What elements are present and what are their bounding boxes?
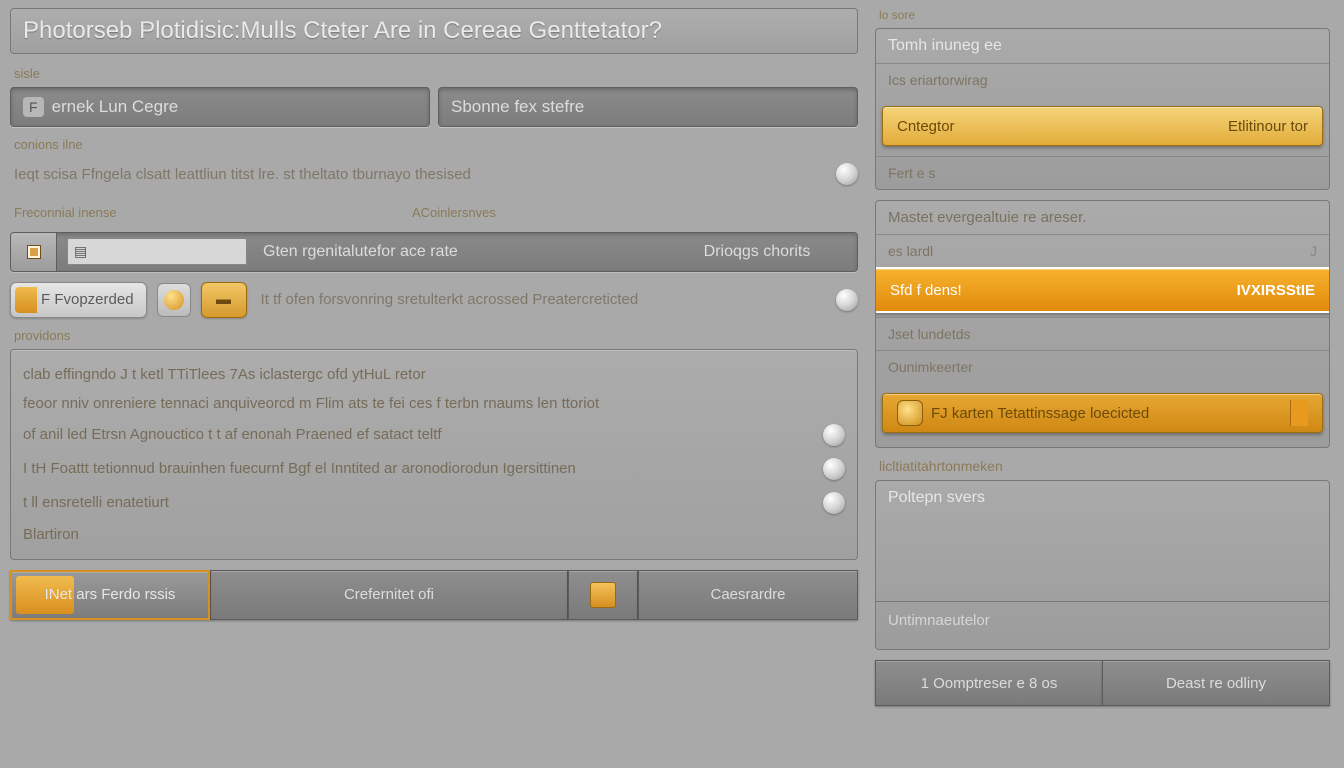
side-top-small: lo sore (879, 8, 1326, 22)
sp1-foot: Fert e s (876, 156, 1329, 189)
sp2-bright-bar[interactable]: Sfd f dens! IVXIRSStIE (875, 267, 1330, 313)
sp1-row: Ics eriartorwirag (876, 63, 1329, 96)
pill-a-text: F Fvopzerded (41, 291, 134, 308)
gold-square-button[interactable] (568, 570, 638, 620)
selector-right: Drioqgs chorits (657, 243, 857, 261)
sp2-gold-bar-2[interactable]: FJ karten Tetattinssage loecicted (882, 393, 1323, 433)
sp4-input[interactable]: Untimnaeutelor (876, 601, 1329, 649)
radio-option-5[interactable] (823, 492, 845, 514)
side-bottom-left-text: 1 Oomptreser e 8 os (921, 675, 1058, 692)
sp2-bright-left: Sfd f dens! (890, 282, 962, 299)
input-right-text: Sbonne fex stefre (451, 97, 584, 117)
pill-feature-a[interactable]: F Fvopzerded (10, 282, 147, 318)
panel-line-1: clab effingndo J t ketl TTiTlees 7As icl… (23, 360, 845, 389)
side-bottom-left-button[interactable]: 1 Oomptreser e 8 os (875, 660, 1102, 706)
sp3-title: licltiatitahrtonmeken (879, 458, 1326, 474)
cancel-button[interactable]: Caesrardre (638, 570, 858, 620)
pill-gold-cap-icon (15, 287, 37, 313)
primary-btn-text: INet ars Ferdo rssis (45, 586, 176, 603)
panel-line-6: Blartiron (23, 520, 845, 549)
pill-gold-square[interactable]: ▬ (201, 282, 247, 318)
input-left-text: ernek Lun Cegre (52, 97, 179, 117)
panel-line-2: feoor nniv onreniere tennaci anquiveorcd… (23, 389, 845, 418)
gold-square-icon: ▬ (216, 291, 231, 308)
gold-square-icon (590, 582, 616, 608)
sp4-title: Poltepn svers (876, 481, 1329, 515)
sp2-row1-count: J (1310, 243, 1317, 259)
pill-disc[interactable] (157, 283, 191, 317)
panel-header-label: providons (14, 328, 854, 343)
sp4-input-label: Untimnaeutelor (888, 612, 990, 629)
page-title: Photorseb Plotidisic:Mulls Cteter Are in… (10, 8, 858, 54)
section-label: sisle (14, 66, 854, 81)
main-bottom-row: INet ars Ferdo rssis Crefernitet ofi Cae… (10, 570, 858, 620)
options-label: conions ilne (14, 137, 854, 152)
sp2-row2: Jset lundetds (876, 317, 1329, 350)
side-bottom-row: 1 Oomptreser e 8 os Deast re odliny (875, 660, 1330, 706)
input-right[interactable]: Sbonne fex stefre (438, 87, 858, 127)
sp1-gold-bar[interactable]: Cntegtor Etlitinour tor (882, 106, 1323, 146)
selector-preview[interactable]: ▤ (67, 238, 247, 265)
sp2-gold2-text: FJ karten Tetattinssage loecicted (931, 405, 1149, 422)
radio-option-2[interactable] (836, 289, 858, 311)
generate-button[interactable]: Crefernitet ofi (210, 570, 568, 620)
side-panel-2: Mastet evergealtuie re areser. es lardl … (875, 200, 1330, 448)
selector-text: Gten rgenitalutefor ace rate (247, 243, 657, 261)
side-panel-4: Poltepn svers Untimnaeutelor (875, 480, 1330, 650)
doc-icon: ▤ (74, 243, 87, 260)
radio-option-3[interactable] (823, 424, 845, 446)
recom-left-label: Freconnial inense (14, 205, 394, 220)
recom-right-label: ACoinlersnves (412, 205, 496, 220)
panel-line-4: I tH Foattt tetionnud brauinhen fuecurnf… (23, 452, 845, 486)
side-panel-1: Tomh inuneg ee Ics eriartorwirag Cntegto… (875, 28, 1330, 190)
input-left[interactable]: F ernek Lun Cegre (10, 87, 430, 127)
selector-checkbox[interactable] (11, 233, 57, 271)
sp2-bright-right: IVXIRSStIE (1237, 282, 1315, 299)
sp1-gold-left: Cntegtor (897, 118, 955, 135)
sp1-title: Tomh inuneg ee (876, 29, 1329, 63)
side-bottom-right-button[interactable]: Deast re odliny (1102, 660, 1330, 706)
pill-desc: It tf ofen forsvonring sretulterkt acros… (261, 289, 822, 312)
primary-action-button[interactable]: INet ars Ferdo rssis (10, 570, 210, 620)
sp2-title: Mastet evergealtuie re areser. (876, 201, 1329, 234)
input-tag-icon: F (23, 97, 44, 117)
radio-option-4[interactable] (823, 458, 845, 480)
side-bottom-right-text: Deast re odliny (1166, 675, 1266, 692)
panel-line-3: of anil led Etrsn Agnouctico t t af enon… (23, 418, 845, 452)
selector-row[interactable]: ▤ Gten rgenitalutefor ace rate Drioqgs c… (10, 232, 858, 272)
crown-icon (897, 400, 923, 426)
chevron-right-icon (1290, 400, 1308, 426)
radio-option-1[interactable] (836, 163, 858, 185)
sp1-gold-right: Etlitinour tor (1228, 118, 1308, 135)
generate-btn-text: Crefernitet ofi (344, 586, 434, 603)
options-panel: clab effingndo J t ketl TTiTlees 7As icl… (10, 349, 858, 560)
sp2-row3: Ounimkeerter (876, 350, 1329, 383)
cancel-btn-text: Caesrardre (710, 586, 785, 603)
gold-disc-icon (164, 290, 184, 310)
sp2-row1: es lardl J (876, 234, 1329, 267)
panel-line-5: t ll ensretelli enatetiurt (23, 486, 845, 520)
options-desc: Ieqt scisa Ffngela clsatt leattliun tits… (14, 164, 822, 187)
title-text: Photorseb Plotidisic:Mulls Cteter Are in… (23, 17, 662, 45)
